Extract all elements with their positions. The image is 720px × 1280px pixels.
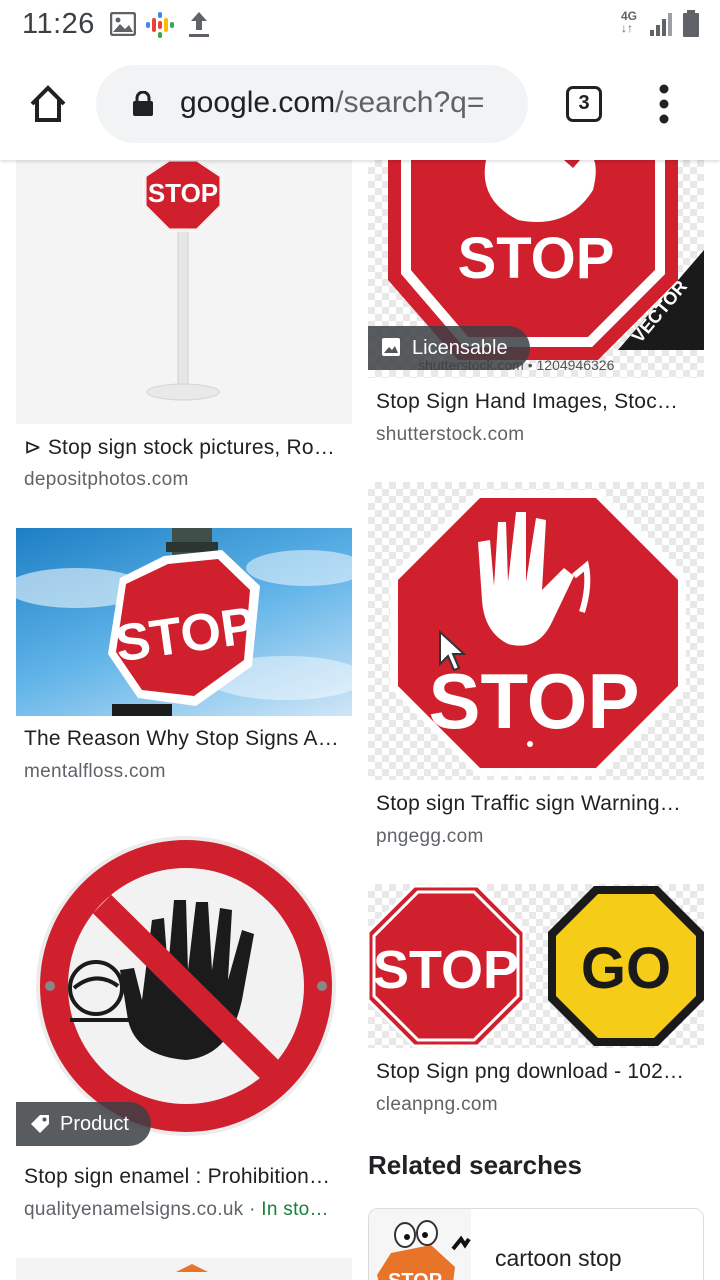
result-card[interactable]: STOP The Reason Why Stop Signs A… mental… [16, 528, 352, 788]
gallery-icon [109, 11, 137, 41]
result-card[interactable]: STOP ⊳ Stop sign stock pictures, Ro… dep… [16, 160, 352, 500]
more-menu-icon[interactable] [650, 84, 678, 124]
related-thumbnail: STOP [369, 1209, 471, 1280]
sign-text: STOP [429, 657, 640, 745]
result-card[interactable]: STOP GO Stop Sign png download - 102… cl… [368, 884, 704, 1124]
result-thumbnail[interactable]: STOP [368, 482, 704, 780]
result-caption[interactable]: Stop sign Traffic sign Warning… [376, 792, 698, 816]
result-source[interactable]: pngegg.com [376, 826, 698, 848]
result-thumbnail[interactable]: STOP [16, 160, 352, 424]
result-caption[interactable]: Stop Sign png download - 102… [376, 1060, 698, 1084]
upload-icon [188, 10, 210, 43]
sign-text: STOP [148, 178, 218, 208]
url-path: /search?q= [335, 86, 485, 119]
tag-icon [31, 1115, 49, 1133]
result-source[interactable]: depositphotos.com [24, 469, 346, 491]
result-thumbnail[interactable]: STOP VECTOR shutterstock.com • 120494632… [368, 160, 704, 378]
image-icon [382, 338, 400, 356]
home-icon[interactable] [26, 82, 70, 126]
network-type-label: 4G ↓↑ [621, 9, 638, 35]
status-time: 11:26 [22, 8, 95, 40]
result-caption[interactable]: Stop Sign Hand Images, Stoc… [376, 390, 698, 414]
signal-icon [650, 12, 674, 41]
related-search-label[interactable]: cartoon stop [495, 1245, 622, 1272]
result-thumbnail[interactable] [16, 1258, 352, 1280]
result-source[interactable]: mentalfloss.com [24, 761, 346, 783]
lock-icon [132, 90, 154, 122]
licensable-badge: Licensable [368, 326, 530, 370]
sign-text: STOP [373, 940, 519, 1000]
result-caption[interactable]: ⊳ Stop sign stock pictures, Ro… [24, 435, 346, 460]
battery-icon [682, 10, 700, 43]
result-source[interactable]: shutterstock.com [376, 424, 698, 446]
browser-toolbar: google.com/search?q= 3 [0, 50, 720, 160]
product-badge: Product [16, 1102, 151, 1146]
tab-switcher-button[interactable]: 3 [566, 86, 602, 122]
podcast-icon [146, 12, 174, 43]
source-domain: qualityenamelsigns.co.uk [24, 1199, 244, 1220]
stock-status: · In sto… [243, 1199, 329, 1220]
badge-label: Product [60, 1113, 129, 1135]
badge-label: Licensable [412, 337, 508, 359]
result-card[interactable]: Product Stop sign enamel : Prohibition… … [16, 820, 352, 1220]
status-bar: 11:26 4G ↓↑ [0, 0, 720, 50]
result-source[interactable]: qualityenamelsigns.co.uk · In sto… [24, 1199, 346, 1221]
related-thumb-text: STOP [388, 1270, 442, 1280]
result-caption[interactable]: The Reason Why Stop Signs A… [24, 727, 346, 751]
url-host: google.com [180, 86, 336, 119]
image-results: STOP ⊳ Stop sign stock pictures, Ro… dep… [0, 160, 720, 1280]
related-search-chip[interactable]: STOP cartoon stop [368, 1208, 704, 1280]
sign-text: STOP [458, 226, 615, 291]
result-card[interactable]: STOP VECTOR shutterstock.com • 120494632… [368, 160, 704, 460]
result-thumbnail[interactable]: STOP [16, 528, 352, 716]
result-thumbnail[interactable]: Product [16, 820, 352, 1152]
result-source[interactable]: cleanpng.com [376, 1094, 698, 1116]
result-card[interactable]: STOP Stop sign Traffic sign Warning… png… [368, 482, 704, 852]
address-bar[interactable]: google.com/search?q= [96, 65, 528, 143]
sign-text-go: GO [581, 936, 671, 1001]
related-searches-heading: Related searches [368, 1150, 582, 1180]
result-card[interactable] [16, 1258, 352, 1280]
url-text: google.com/search?q= [180, 86, 484, 120]
result-caption[interactable]: Stop sign enamel : Prohibition… [24, 1165, 346, 1189]
result-thumbnail[interactable]: STOP GO [368, 884, 704, 1048]
